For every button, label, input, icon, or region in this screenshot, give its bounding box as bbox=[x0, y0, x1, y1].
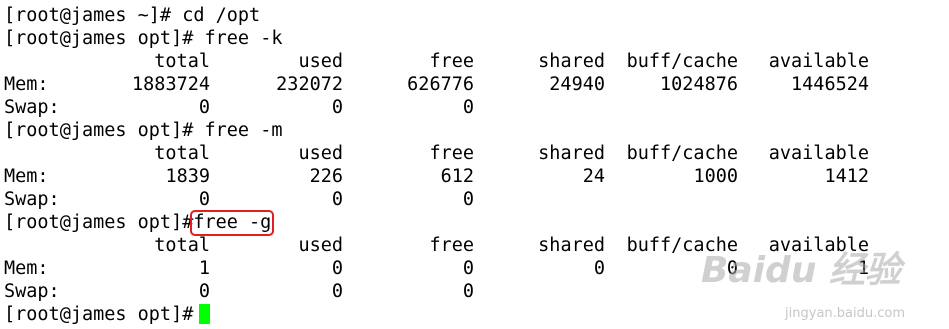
command-text: cd /opt bbox=[182, 5, 261, 26]
row-label-mem: Mem: bbox=[4, 258, 49, 279]
mem-used: 0 bbox=[331, 258, 343, 279]
command-line: [root@james ~]# cd /opt bbox=[4, 4, 869, 27]
highlighted-command: free -g bbox=[190, 210, 275, 236]
table-row: Swap: 0 0 0 bbox=[4, 188, 869, 211]
mem-total: 1883724 bbox=[132, 74, 210, 95]
swap-used: 0 bbox=[331, 281, 343, 302]
header-available: available bbox=[768, 51, 869, 72]
baidu-watermark-url: jingyan.baidu.com bbox=[785, 306, 905, 321]
swap-free: 0 bbox=[462, 97, 474, 118]
text-cursor[interactable] bbox=[199, 304, 211, 324]
mem-buff-cache: 1000 bbox=[693, 166, 738, 187]
table-row: Mem: 1839 226 612 24 1000 1412 bbox=[4, 165, 869, 188]
command-line[interactable]: [root@james opt]# bbox=[4, 303, 869, 326]
header-free: free bbox=[429, 235, 474, 256]
mem-available: 1446524 bbox=[791, 74, 869, 95]
swap-used: 0 bbox=[331, 97, 343, 118]
header-used: used bbox=[298, 143, 343, 164]
header-used: used bbox=[298, 51, 343, 72]
shell-prompt: [root@james opt]# bbox=[4, 28, 194, 49]
mem-buff-cache: 1024876 bbox=[660, 74, 738, 95]
mem-shared: 0 bbox=[593, 258, 605, 279]
header-free: free bbox=[429, 51, 474, 72]
mem-free: 0 bbox=[462, 258, 474, 279]
command-text: free -k bbox=[204, 28, 283, 49]
header-buff-cache: buff/cache bbox=[626, 51, 738, 72]
mem-shared: 24 bbox=[582, 166, 605, 187]
row-label-swap: Swap: bbox=[4, 189, 60, 210]
header-free: free bbox=[429, 143, 474, 164]
command-line: [root@james opt]# free -k bbox=[4, 27, 869, 50]
header-shared: shared bbox=[538, 143, 605, 164]
shell-prompt: [root@james opt]# bbox=[4, 212, 194, 233]
mem-shared: 24940 bbox=[549, 74, 605, 95]
header-used: used bbox=[298, 235, 343, 256]
swap-free: 0 bbox=[462, 189, 474, 210]
swap-used: 0 bbox=[331, 189, 343, 210]
swap-total: 0 bbox=[198, 189, 210, 210]
mem-available: 1412 bbox=[824, 166, 869, 187]
row-label-mem: Mem: bbox=[4, 166, 49, 187]
row-label-swap: Swap: bbox=[4, 97, 60, 118]
header-shared: shared bbox=[538, 51, 605, 72]
command-line: [root@james opt]# free -m bbox=[4, 119, 869, 142]
swap-total: 0 bbox=[198, 281, 210, 302]
mem-used: 226 bbox=[309, 166, 343, 187]
mem-free: 612 bbox=[440, 166, 474, 187]
command-text: free -m bbox=[204, 120, 283, 141]
header-shared: shared bbox=[538, 235, 605, 256]
header-total: total bbox=[154, 51, 210, 72]
header-buff-cache: buff/cache bbox=[626, 143, 738, 164]
baidu-watermark-logo: Baidu 经验 bbox=[700, 250, 901, 291]
table-row: Swap: 0 0 0 bbox=[4, 96, 869, 119]
header-total: total bbox=[154, 235, 210, 256]
swap-total: 0 bbox=[198, 97, 210, 118]
shell-prompt: [root@james ~]# bbox=[4, 5, 172, 26]
shell-prompt: [root@james opt]# bbox=[4, 304, 194, 325]
table-header-row: total used free shared buff/cache available bbox=[4, 50, 869, 73]
header-total: total bbox=[154, 143, 210, 164]
row-label-swap: Swap: bbox=[4, 281, 60, 302]
swap-free: 0 bbox=[462, 281, 474, 302]
mem-used: 232072 bbox=[276, 74, 343, 95]
mem-total: 1839 bbox=[165, 166, 210, 187]
mem-free: 626776 bbox=[407, 74, 474, 95]
command-line: [root@james opt]#free -g bbox=[4, 210, 869, 236]
shell-prompt: [root@james opt]# bbox=[4, 120, 194, 141]
header-available: available bbox=[768, 143, 869, 164]
table-row: Mem: 1883724 232072 626776 24940 1024876 14465… bbox=[4, 73, 869, 96]
mem-total: 1 bbox=[198, 258, 210, 279]
table-header-row: total used free shared buff/cache available bbox=[4, 142, 869, 165]
row-label-mem: Mem: bbox=[4, 74, 49, 95]
